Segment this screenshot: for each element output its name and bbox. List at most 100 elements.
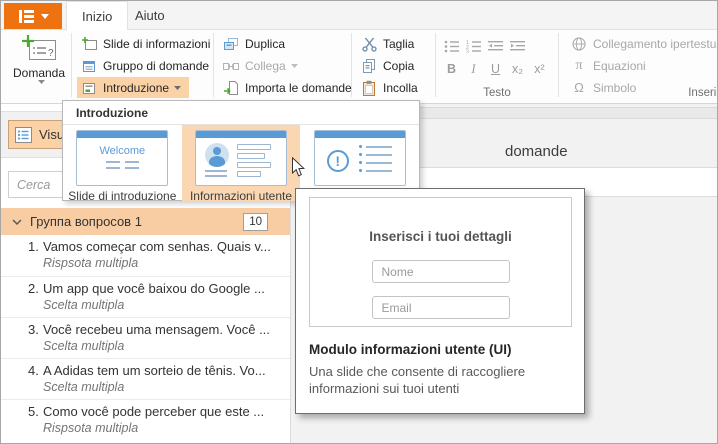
question-list-item[interactable]: 1.Vamos começar com senhas. Quais v... R… bbox=[1, 235, 290, 276]
question-number: 4. bbox=[28, 363, 40, 378]
chevron-down-icon bbox=[41, 14, 49, 19]
testo-group-label: Testo bbox=[436, 87, 558, 99]
slide-di-informazioni-button[interactable]: Slide di informazioni bbox=[77, 33, 218, 54]
testo-group: 1 2 3 bbox=[436, 30, 558, 103]
question-title: Você recebeu uma mensagem. Você ... bbox=[43, 322, 270, 337]
button-label: Incolla bbox=[383, 81, 418, 95]
chevron-down-icon bbox=[174, 86, 181, 90]
introduzione-button[interactable]: Introduzione bbox=[77, 77, 189, 98]
inserisci-group-label: Inserisci bbox=[559, 87, 718, 99]
question-count-badge: 10 bbox=[243, 213, 268, 231]
question-type: Scelta multipla bbox=[43, 298, 286, 312]
question-list: 1.Vamos começar com senhas. Quais v... R… bbox=[1, 235, 290, 440]
dropdown-item-label: Slide di introduzione bbox=[68, 189, 176, 203]
button-label: Duplica bbox=[245, 37, 285, 51]
question-group-header[interactable]: Группа вопросов 1 10 bbox=[1, 208, 290, 235]
bullet-list-icon[interactable] bbox=[442, 37, 461, 54]
copy-icon bbox=[360, 58, 378, 74]
chevron-down-icon bbox=[291, 64, 298, 68]
dropdown-item-informazioni-utente[interactable]: Informazioni utente bbox=[182, 125, 301, 201]
import-icon bbox=[222, 80, 240, 96]
duplicate-icon bbox=[222, 36, 240, 52]
collega-button[interactable]: Collega bbox=[219, 55, 306, 76]
copia-button[interactable]: Copia bbox=[357, 55, 422, 76]
tab-bar: Inizio Aiuto bbox=[1, 1, 717, 30]
ribbon: ? Domanda Slide di informazioni bbox=[1, 30, 717, 104]
incolla-button[interactable]: Incolla bbox=[357, 77, 426, 98]
preview-name-field bbox=[372, 260, 510, 283]
edit-group: Duplica Collega bbox=[214, 30, 351, 103]
question-list-item[interactable]: 3.Você recebeu uma mensagem. Você ... Sc… bbox=[1, 317, 290, 358]
bold-button[interactable]: B bbox=[442, 59, 461, 76]
info-slide-thumbnail: ! bbox=[314, 130, 406, 186]
question-number: 1. bbox=[28, 239, 40, 254]
tab-inizio[interactable]: Inizio bbox=[66, 1, 128, 30]
domanda-button[interactable]: ? Domanda bbox=[7, 30, 71, 103]
question-type: Scelta multipla bbox=[43, 380, 286, 394]
slide-plus-icon bbox=[80, 36, 98, 52]
question-number: 3. bbox=[28, 322, 40, 337]
welcome-text: Welcome bbox=[77, 145, 167, 157]
subscript-button[interactable]: x₂ bbox=[508, 59, 527, 76]
numbered-list-icon[interactable]: 1 2 3 bbox=[464, 37, 483, 54]
question-title: A Adidas tem um sorteio de tênis. Vo... bbox=[43, 363, 266, 378]
domanda-label: Domanda bbox=[13, 66, 65, 80]
dropdown-item-tooltip: Inserisci i tuoi dettagli Modulo informa… bbox=[295, 188, 585, 414]
dropdown-item-label: Informazioni utente bbox=[190, 189, 292, 203]
introduzione-dropdown: Introduzione Welcome Slide di introduzio… bbox=[62, 100, 420, 201]
equazioni-button[interactable]: π Equazioni bbox=[567, 55, 654, 76]
question-number: 2. bbox=[28, 281, 40, 296]
question-list-item[interactable]: 2.Um app que você baixou do Google ... S… bbox=[1, 276, 290, 317]
increase-indent-icon[interactable] bbox=[508, 37, 527, 54]
decrease-indent-icon[interactable] bbox=[486, 37, 505, 54]
preview-email-field bbox=[372, 296, 510, 319]
question-list-item[interactable]: 5.Como você pode perceber que este ... R… bbox=[1, 399, 290, 440]
question-title: Um app que você baixou do Google ... bbox=[43, 281, 265, 296]
button-label: Copia bbox=[383, 59, 414, 73]
button-label: Equazioni bbox=[593, 59, 646, 73]
form-view-icon bbox=[15, 127, 32, 143]
chevron-down-icon bbox=[12, 219, 22, 225]
chevron-down-icon bbox=[38, 80, 45, 84]
question-type: Rispsota multipla bbox=[43, 256, 286, 270]
question-type: Rispsota multipla bbox=[43, 421, 286, 435]
question-type: Scelta multipla bbox=[43, 339, 286, 353]
superscript-button[interactable]: x² bbox=[530, 59, 549, 76]
gruppo-di-domande-button[interactable]: Gruppo di domande bbox=[77, 55, 217, 76]
question-list-item[interactable]: 4.A Adidas tem um sorteio de tênis. Vo..… bbox=[1, 358, 290, 399]
tab-aiuto[interactable]: Aiuto bbox=[120, 1, 180, 30]
duplica-button[interactable]: Duplica bbox=[219, 33, 293, 54]
dropdown-item-slide-di-introduzione[interactable]: Welcome Slide di introduzione bbox=[63, 125, 182, 201]
exclamation-icon: ! bbox=[327, 150, 349, 172]
new-question-icon: ? bbox=[20, 33, 58, 63]
taglia-button[interactable]: Taglia bbox=[357, 33, 422, 54]
button-label: Taglia bbox=[383, 37, 414, 51]
question-title: Vamos começar com senhas. Quais v... bbox=[43, 239, 271, 254]
button-label: Collegamento ipertestuale bbox=[593, 37, 718, 51]
button-label: Gruppo di domande bbox=[103, 59, 209, 73]
collegamento-ipertestuale-button[interactable]: Collegamento ipertestuale bbox=[567, 33, 718, 54]
importa-le-domande-button[interactable]: Importa le domande bbox=[219, 77, 360, 98]
scissors-icon bbox=[360, 36, 378, 52]
svg-text:?: ? bbox=[48, 48, 54, 59]
svg-text:3: 3 bbox=[466, 49, 469, 53]
tooltip-description: Una slide che consente di raccogliere in… bbox=[309, 364, 557, 397]
pi-icon: π bbox=[570, 58, 588, 74]
intro-slide-icon bbox=[80, 80, 98, 96]
mouse-cursor-icon bbox=[291, 157, 306, 183]
hyperlink-globe-icon bbox=[570, 36, 588, 52]
app-menu-button[interactable] bbox=[4, 3, 62, 29]
button-label: Importa le domande bbox=[245, 81, 352, 95]
user-info-thumbnail bbox=[195, 130, 287, 186]
clipboard-group: Taglia Copia bbox=[352, 30, 435, 103]
tooltip-title: Modulo informazioni utente (UI) bbox=[309, 342, 511, 357]
slide-group: Slide di informazioni Gruppo di domande bbox=[72, 30, 213, 103]
app-window: Inizio Aiuto ? Domanda bbox=[0, 0, 718, 444]
slide-preview: Inserisci i tuoi dettagli bbox=[309, 197, 572, 327]
italic-button[interactable]: I bbox=[464, 59, 483, 76]
app-menu-icon bbox=[18, 10, 34, 23]
button-label: Slide di informazioni bbox=[103, 37, 210, 51]
underline-button[interactable]: U bbox=[486, 59, 505, 76]
preview-heading: Inserisci i tuoi dettagli bbox=[310, 229, 571, 244]
question-number: 5. bbox=[28, 404, 40, 419]
